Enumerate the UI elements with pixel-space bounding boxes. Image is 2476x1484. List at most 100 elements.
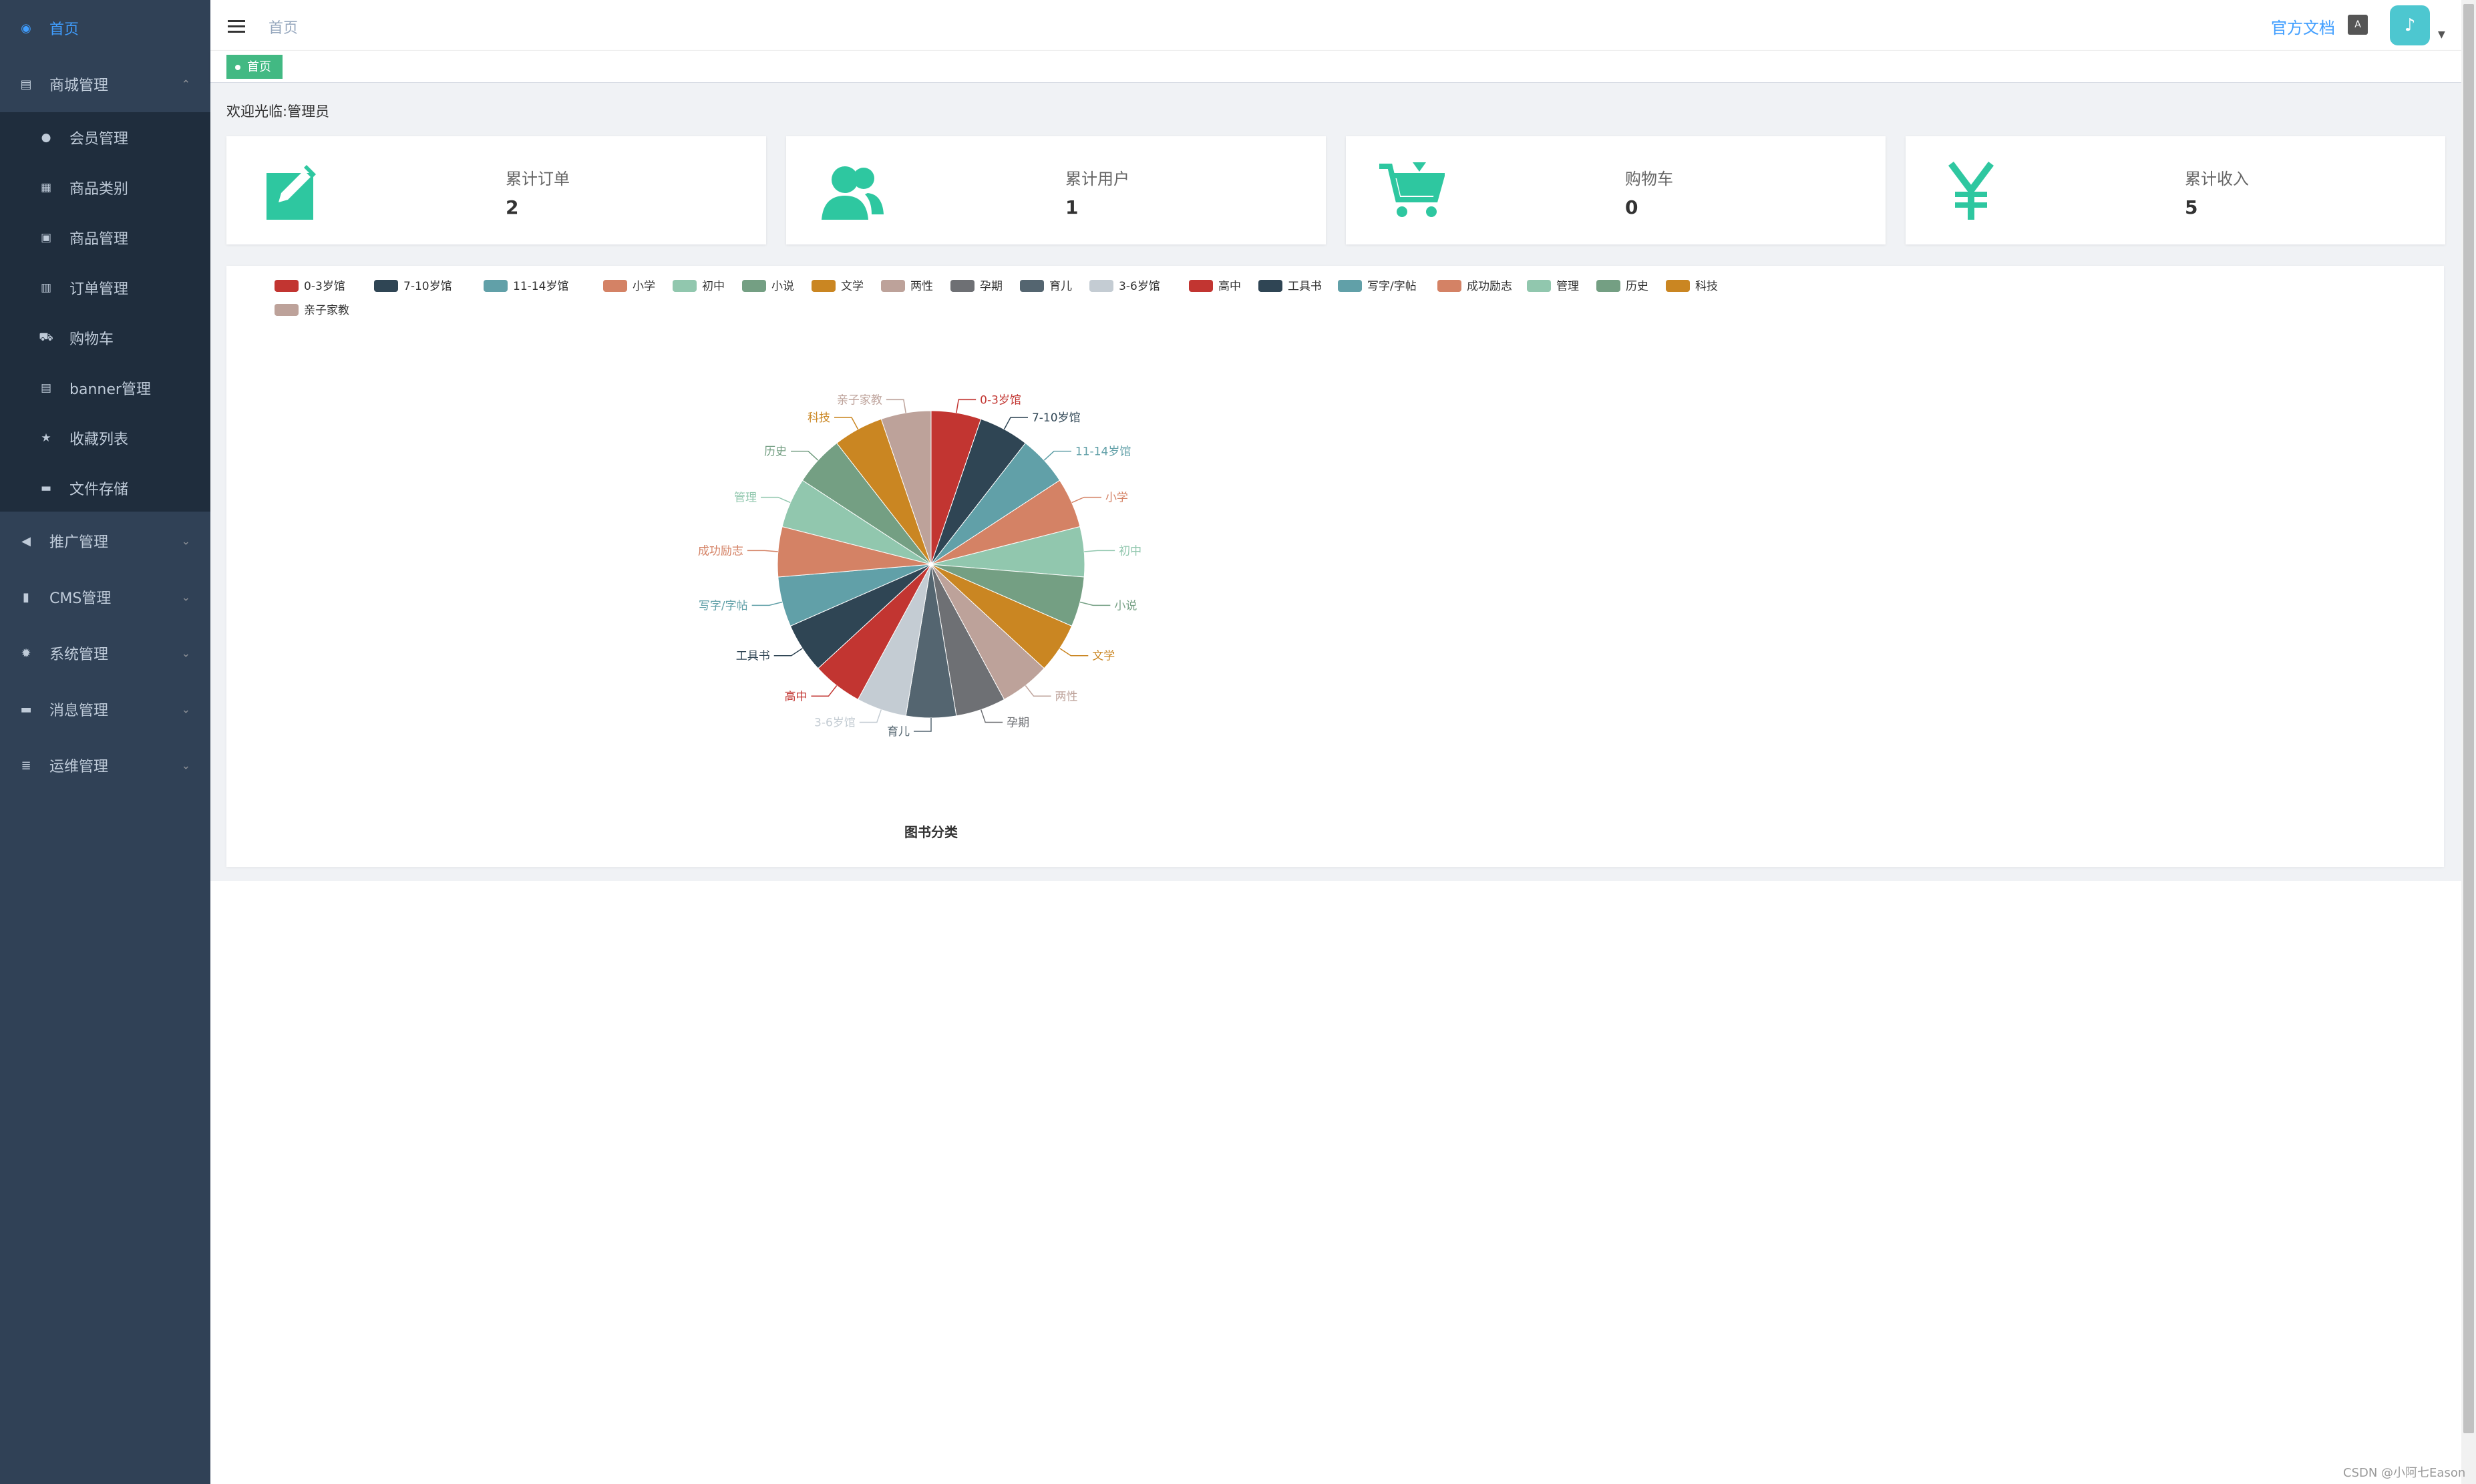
server-icon: ≣ <box>21 758 31 773</box>
caret-down-icon[interactable]: ▼ <box>2438 29 2445 40</box>
sidebar-item-label: 文件存储 <box>69 481 129 498</box>
legend-swatch <box>673 280 697 292</box>
label-line <box>761 496 791 504</box>
slice-label: 历史 <box>764 445 787 459</box>
legend-label: 写字/字帖 <box>1367 280 1417 293</box>
sidebar-item-cart[interactable]: ⛟ 购物车 <box>0 313 210 363</box>
message-icon: ▬ <box>20 702 32 717</box>
slice-label: 3-6岁馆 <box>814 716 856 729</box>
banner-icon: ▤ <box>40 381 52 395</box>
legend-label: 亲子家教 <box>304 304 349 317</box>
translate-icon[interactable]: A <box>2348 15 2368 35</box>
sidebar-item-label: 商城管理 <box>49 77 109 94</box>
legend-swatch <box>950 280 975 292</box>
image-icon: ▣ <box>40 230 52 244</box>
legend-label: 工具书 <box>1288 280 1322 293</box>
label-line <box>980 709 1003 723</box>
sidebar-item-orders[interactable]: ▥ 订单管理 <box>0 262 210 313</box>
avatar[interactable]: ♪ <box>2390 5 2430 45</box>
legend-swatch <box>374 280 398 292</box>
sidebar-item-system[interactable]: ✹ 系统管理 ⌄ <box>0 625 210 681</box>
legend-swatch <box>1258 280 1282 292</box>
folder-icon: ▬ <box>40 481 52 495</box>
slice-label: 管理 <box>734 492 757 505</box>
stat-title: 累计收入 <box>2185 170 2249 188</box>
sidebar-item-messages[interactable]: ▬ 消息管理 ⌄ <box>0 681 210 737</box>
sidebar-item-label: 首页 <box>49 21 79 38</box>
sidebar-item-label: 购物车 <box>69 331 114 348</box>
legend-label: 历史 <box>1626 280 1648 293</box>
legend-swatch <box>1338 280 1362 292</box>
sidebar-item-label: 商品管理 <box>69 230 129 248</box>
cart-icon <box>1378 158 1445 224</box>
sidebar-item-home[interactable]: ◉ 首页 <box>0 0 210 56</box>
users-icon <box>818 158 885 224</box>
sidebar-item-label: banner管理 <box>69 381 151 398</box>
label-line <box>1059 648 1089 657</box>
slice-label: 7-10岁馆 <box>1032 411 1081 425</box>
sidebar-item-categories[interactable]: ▦ 商品类别 <box>0 162 210 212</box>
edit-icon <box>258 158 325 224</box>
label-line <box>1079 601 1111 606</box>
book-category-pie-chart: 0-3岁馆 7-10岁馆 11-14岁馆 小学 初中 小说 文学 两性 孕期 育儿 3-6岁馆 高中工… <box>275 280 1718 840</box>
stat-title: 累计订单 <box>506 170 570 188</box>
scrollbar[interactable] <box>2461 0 2476 1484</box>
breadcrumb[interactable]: 首页 <box>269 16 298 37</box>
sidebar-item-storage[interactable]: ▬ 文件存储 <box>0 463 210 513</box>
legend-swatch <box>881 280 905 292</box>
legend-swatch <box>1666 280 1690 292</box>
label-line <box>1084 550 1115 552</box>
legend-label: 7-10岁馆 <box>403 280 452 293</box>
slice-label: 亲子家教 <box>837 393 882 407</box>
slice-label: 成功励志 <box>698 544 743 558</box>
legend-label: 3-6岁馆 <box>1119 280 1160 293</box>
user-icon: ● <box>41 130 51 144</box>
label-line <box>1003 417 1028 430</box>
sidebar-item-products[interactable]: ▣ 商品管理 <box>0 212 210 262</box>
clipboard-icon: ▥ <box>40 281 52 295</box>
legend-label: 小说 <box>771 280 794 293</box>
label-line <box>914 718 932 732</box>
sidebar-item-label: 商品类别 <box>69 180 129 198</box>
label-line <box>1071 496 1101 504</box>
sidebar-item-cms[interactable]: ▮ CMS管理 ⌄ <box>0 569 210 625</box>
slice-label: 初中 <box>1119 544 1141 558</box>
slice-label: 11-14岁馆 <box>1075 445 1131 459</box>
tag-home[interactable]: 首页 <box>226 55 283 79</box>
legend-swatch <box>1437 280 1461 292</box>
sidebar-item-label: 推广管理 <box>49 534 109 551</box>
slice-label: 孕期 <box>1007 716 1029 729</box>
hamburger-icon[interactable] <box>228 20 245 33</box>
sidebar-item-promotion[interactable]: ◀ 推广管理 ⌄ <box>0 513 210 569</box>
legend-label: 孕期 <box>980 280 1003 293</box>
label-line <box>747 550 778 552</box>
main-content: 欢迎光临:管理员 累计订单 2 累计用户 1 购物车 0 累计收入 5 0-3岁… <box>210 83 2461 881</box>
label-line <box>956 399 977 413</box>
slice-label: 育儿 <box>887 725 910 739</box>
sidebar-item-banner[interactable]: ▤ banner管理 <box>0 363 210 413</box>
chevron-down-icon: ⌄ <box>181 590 190 604</box>
label-line <box>791 450 819 461</box>
legend-swatch <box>275 304 299 316</box>
doc-link[interactable]: 官方文档 <box>2271 15 2335 38</box>
legend-swatch <box>812 280 836 292</box>
sidebar-item-ops[interactable]: ≣ 运维管理 ⌄ <box>0 737 210 793</box>
document-icon: ▮ <box>23 590 29 604</box>
legend-label: 育儿 <box>1049 280 1072 293</box>
star-icon: ★ <box>41 431 51 445</box>
stat-value: 1 <box>1065 196 1079 218</box>
label-line <box>1025 685 1051 697</box>
legend-label: 成功励志 <box>1467 280 1512 293</box>
stat-value: 0 <box>1625 196 1638 218</box>
sidebar-item-favorites[interactable]: ★ 收藏列表 <box>0 413 210 463</box>
slice-label: 0-3岁馆 <box>980 393 1021 407</box>
shop-icon: ▤ <box>20 77 32 91</box>
legend-label: 文学 <box>841 280 864 293</box>
sidebar-item-members[interactable]: ● 会员管理 <box>0 112 210 162</box>
legend-swatch <box>1020 280 1044 292</box>
label-line <box>751 601 783 606</box>
watermark: CSDN @小阿七Eason <box>2343 1466 2466 1480</box>
sidebar-item-shop[interactable]: ▤ 商城管理 ⌃ <box>0 56 210 112</box>
chevron-up-icon: ⌃ <box>181 77 190 91</box>
sidebar: ◉ 首页 ▤ 商城管理 ⌃ ● 会员管理 ▦ 商品类别 ▣ 商品管理 ▥ 订单管… <box>0 0 210 1484</box>
